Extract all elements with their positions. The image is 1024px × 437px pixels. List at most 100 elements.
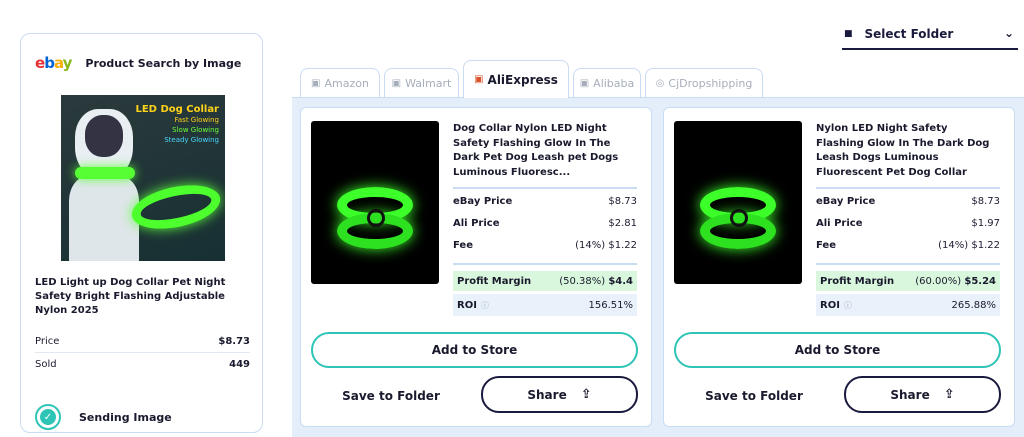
add-to-store-button[interactable]: Add to Store <box>311 332 638 368</box>
fee-value: (14%) $1.22 <box>575 240 637 251</box>
ali-price-label: Ali Price <box>453 218 500 229</box>
panel-title: Product Search by Image <box>85 56 242 70</box>
divider <box>453 263 637 265</box>
tab-cjdropshipping[interactable]: ◎ CjDropshipping <box>645 68 763 98</box>
profit-margin-value: (50.38%) $4.4 <box>559 276 633 287</box>
status-label: Sending Image <box>79 410 172 424</box>
price-row: Price $8.73 <box>35 336 250 347</box>
product-title[interactable]: Nylon LED Night Safety Flashing Glow In … <box>816 122 996 180</box>
ebay-price-row: eBay Price $8.73 <box>453 196 637 207</box>
panel-header: ebay Product Search by Image <box>35 54 241 72</box>
select-folder-dropdown[interactable]: ■ Select Folder ⌄ <box>842 20 1018 50</box>
check-icon: ✓ <box>40 409 56 425</box>
walmart-icon: ▣ <box>391 78 402 89</box>
divider <box>35 352 250 353</box>
profit-percent: (60.00%) <box>915 275 962 287</box>
image-heading: LED Dog Collar <box>135 104 219 115</box>
save-to-folder-button[interactable]: Save to Folder <box>674 378 834 414</box>
divider <box>453 187 637 189</box>
roi-row: ROI ⓘ 156.51% <box>453 294 637 316</box>
product-image[interactable] <box>674 121 802 284</box>
profit-margin-label: Profit Margin <box>457 275 532 287</box>
share-button[interactable]: Share ⇪ <box>844 376 1001 413</box>
tab-walmart[interactable]: ▣ Walmart <box>384 68 459 98</box>
product-title[interactable]: Dog Collar Nylon LED Night Safety Flashi… <box>453 122 633 180</box>
alibaba-icon: ▣ <box>579 78 590 89</box>
image-caption: LED Dog Collar Fast Glowing Slow Glowing… <box>135 105 219 145</box>
info-icon[interactable]: ⓘ <box>844 301 852 310</box>
divider <box>816 187 1000 189</box>
amazon-icon: ▣ <box>311 78 321 89</box>
ebay-price-label: eBay Price <box>453 196 513 207</box>
profit-margin-row: Profit Margin (60.00%) $5.24 <box>816 271 1000 291</box>
price-label: Price <box>35 336 60 347</box>
profit-margin-row: Profit Margin (50.38%) $4.4 <box>453 271 637 291</box>
ebay-price-value: $8.73 <box>971 196 1000 207</box>
roi-label: ROI <box>457 299 477 311</box>
source-product-title: LED Light up Dog Collar Pet Night Safety… <box>35 277 226 316</box>
fee-row: Fee (14%) $1.22 <box>453 240 637 251</box>
price-value: $8.73 <box>218 336 250 347</box>
fee-row: Fee (14%) $1.22 <box>816 240 1000 251</box>
sold-row: Sold 449 <box>35 359 250 370</box>
tab-alibaba[interactable]: ▣ Alibaba <box>573 68 641 98</box>
folder-icon: ■ <box>844 29 853 39</box>
product-card: Dog Collar Nylon LED Night Safety Flashi… <box>300 107 652 427</box>
sending-image-status: ✓ Sending Image <box>35 404 172 430</box>
glowing-collar-shape <box>75 167 135 179</box>
cjdropshipping-icon: ◎ <box>655 78 665 89</box>
tab-label: Alibaba <box>593 77 635 90</box>
roi-value: 156.51% <box>588 299 634 311</box>
source-product-image: LED Dog Collar Fast Glowing Slow Glowing… <box>61 95 225 261</box>
tab-label: Walmart <box>405 77 452 90</box>
image-line-3: Steady Glowing <box>164 136 219 144</box>
save-to-folder-button[interactable]: Save to Folder <box>311 378 471 414</box>
dog-face-shape <box>85 115 123 157</box>
profit-margin-value: (60.00%) $5.24 <box>915 276 996 287</box>
chevron-down-icon: ⌄ <box>1003 26 1014 40</box>
add-to-store-button[interactable]: Add to Store <box>674 332 1001 368</box>
image-line-1: Fast Glowing <box>174 116 220 124</box>
ali-price-label: Ali Price <box>816 218 863 229</box>
ebay-price-row: eBay Price $8.73 <box>816 196 1000 207</box>
fee-label: Fee <box>453 240 473 251</box>
tab-label: Amazon <box>324 77 369 90</box>
ali-price-value: $1.97 <box>971 218 1000 229</box>
profit-amount: $5.24 <box>964 275 996 287</box>
ebay-price-label: eBay Price <box>816 196 876 207</box>
tab-label: CjDropshipping <box>668 77 753 90</box>
results-area: Dog Collar Nylon LED Night Safety Flashi… <box>292 97 1024 437</box>
roi-value: 265.88% <box>951 299 997 311</box>
search-by-image-panel: ebay Product Search by Image LED Dog Col… <box>20 33 263 433</box>
share-upload-icon: ⇪ <box>943 387 955 402</box>
dog-body-shape <box>69 175 139 261</box>
share-upload-icon: ⇪ <box>580 387 592 402</box>
profit-amount: $4.4 <box>608 275 633 287</box>
info-icon[interactable]: ⓘ <box>481 301 489 310</box>
tab-aliexpress[interactable]: ▣ AliExpress <box>463 60 569 98</box>
check-circle-icon: ✓ <box>35 404 61 430</box>
sold-label: Sold <box>35 359 57 370</box>
ali-price-row: Ali Price $2.81 <box>453 218 637 229</box>
aliexpress-icon: ▣ <box>474 74 484 85</box>
ali-price-value: $2.81 <box>608 218 637 229</box>
share-button[interactable]: Share ⇪ <box>481 376 638 413</box>
fee-value: (14%) $1.22 <box>938 240 1000 251</box>
glowing-band-shape <box>127 178 225 236</box>
tab-amazon[interactable]: ▣ Amazon <box>300 68 380 98</box>
fee-label: Fee <box>816 240 836 251</box>
profit-margin-label: Profit Margin <box>820 275 895 287</box>
ebay-price-value: $8.73 <box>608 196 637 207</box>
ali-price-row: Ali Price $1.97 <box>816 218 1000 229</box>
product-image[interactable] <box>311 121 439 284</box>
select-folder-label: Select Folder <box>864 27 954 41</box>
buckle-shape <box>367 209 385 227</box>
share-label: Share <box>527 387 567 402</box>
sold-value: 449 <box>229 359 250 370</box>
share-label: Share <box>890 387 930 402</box>
tab-label: AliExpress <box>487 72 558 87</box>
product-card: Nylon LED Night Safety Flashing Glow In … <box>663 107 1015 427</box>
profit-percent: (50.38%) <box>559 275 606 287</box>
ebay-logo: ebay <box>35 54 72 72</box>
image-line-2: Slow Glowing <box>172 126 219 134</box>
